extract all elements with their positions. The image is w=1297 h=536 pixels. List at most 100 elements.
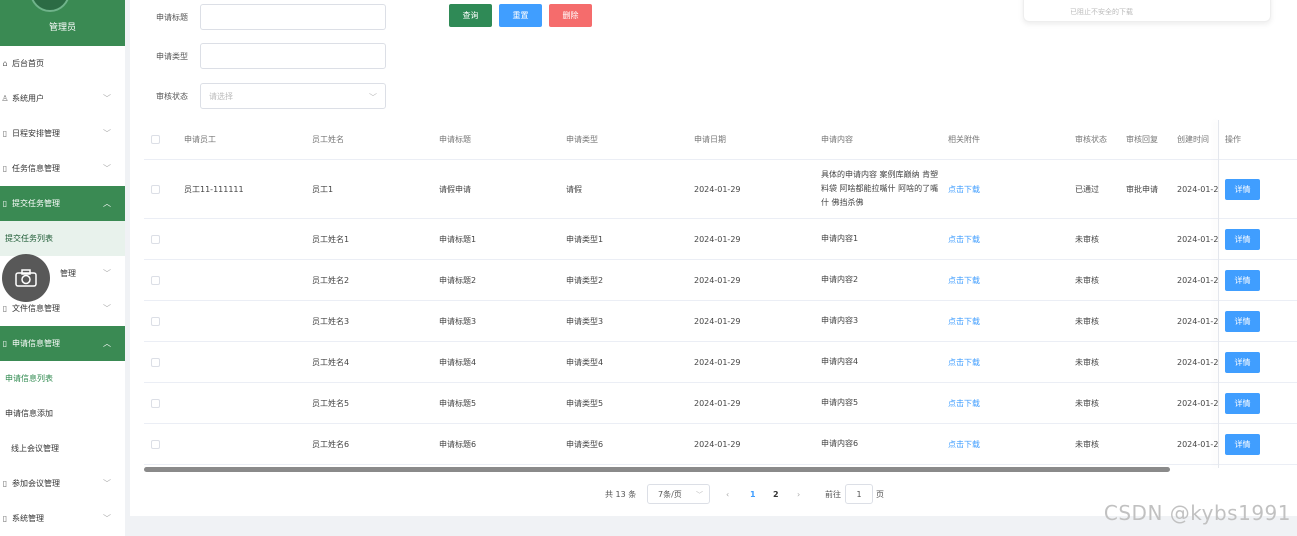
cell-action: 详情 bbox=[1225, 160, 1260, 218]
cell-name: 员工姓名3 bbox=[312, 316, 350, 326]
cell-name: 员工1 bbox=[312, 184, 334, 194]
cell-type: 申请类型1 bbox=[566, 234, 604, 244]
detail-button[interactable]: 详情 bbox=[1225, 392, 1260, 414]
prev-page-button[interactable]: ‹ bbox=[726, 484, 729, 504]
column-header: 申请日期 bbox=[694, 135, 726, 144]
cell-title: 申请标题5 bbox=[439, 398, 477, 408]
cell-title: 申请标题1 bbox=[439, 234, 477, 244]
page-1-button[interactable]: 1 bbox=[750, 484, 756, 504]
page-2-button[interactable]: 2 bbox=[773, 484, 779, 504]
row-checkbox[interactable] bbox=[151, 301, 160, 341]
column-header: 审核回复 bbox=[1126, 135, 1158, 144]
sidebar-item-8[interactable]: ▯ 申请信息管理 ︿ bbox=[0, 326, 125, 361]
menu-icon: ▯ bbox=[2, 339, 8, 348]
cell-employee: 员工11-111111 bbox=[184, 184, 244, 194]
status-select[interactable]: 请选择 ﹀ bbox=[200, 83, 386, 109]
row-checkbox[interactable] bbox=[151, 160, 160, 218]
sidebar-item-2[interactable]: ▯ 日程安排管理 ﹀ bbox=[0, 116, 125, 151]
detail-button[interactable]: 详情 bbox=[1225, 178, 1260, 200]
detail-button[interactable]: 详情 bbox=[1225, 269, 1260, 291]
cell-name: 员工姓名4 bbox=[312, 357, 350, 367]
detail-button[interactable]: 详情 bbox=[1225, 351, 1260, 373]
cell-type: 申请类型3 bbox=[566, 316, 604, 326]
menu-icon: ▯ bbox=[2, 164, 8, 173]
delete-button[interactable]: 删除 bbox=[549, 4, 592, 27]
column-header: 申请内容 bbox=[821, 135, 853, 144]
sidebar-item-9[interactable]: 申请信息列表 bbox=[0, 361, 125, 396]
type-input[interactable] bbox=[200, 43, 386, 69]
row-checkbox[interactable] bbox=[151, 342, 160, 382]
goto-page-input[interactable]: 1 bbox=[845, 484, 873, 504]
horizontal-scrollbar[interactable] bbox=[144, 467, 1170, 472]
download-link[interactable]: 点击下载 bbox=[948, 219, 980, 259]
cell-created: 2024-01-2 bbox=[1177, 234, 1219, 244]
cell-content: 申请内容4 bbox=[821, 357, 859, 366]
detail-button[interactable]: 详情 bbox=[1225, 433, 1260, 455]
sidebar-item-12[interactable]: ▯ 参加会议管理 ﹀ bbox=[0, 466, 125, 501]
sidebar-item-11[interactable]: 线上会议管理 bbox=[0, 431, 125, 466]
sidebar-item-label: 线上会议管理 bbox=[11, 444, 59, 453]
sidebar-item-3[interactable]: ▯ 任务信息管理 ﹀ bbox=[0, 151, 125, 186]
table-row: 员工姓名3 申请标题3 申请类型3 2024-01-29 申请内容3 点击下载 未审核 202… bbox=[144, 301, 1297, 342]
cell-date: 2024-01-29 bbox=[694, 275, 741, 285]
cell-action: 详情 bbox=[1225, 383, 1260, 423]
sidebar-item-label: 日程安排管理 bbox=[12, 129, 60, 138]
sidebar-item-label: 系统用户 bbox=[12, 94, 44, 103]
cell-title: 申请标题4 bbox=[439, 357, 477, 367]
cell-name: 员工姓名5 bbox=[312, 398, 350, 408]
cell-action: 详情 bbox=[1225, 424, 1260, 464]
cell-status: 未审核 bbox=[1075, 439, 1099, 449]
sidebar-item-0[interactable]: ⌂ 后台首页 bbox=[0, 46, 125, 81]
sidebar-item-13[interactable]: ▯ 系统管理 ﹀ bbox=[0, 501, 125, 536]
column-header: 申请标题 bbox=[439, 135, 471, 144]
chevron-down-icon: ﹀ bbox=[103, 94, 111, 103]
column-header: 创建时间 bbox=[1177, 135, 1209, 144]
sidebar-item-label: 申请信息管理 bbox=[12, 339, 60, 348]
menu-icon: ▯ bbox=[2, 514, 8, 523]
query-button[interactable]: 查询 bbox=[449, 4, 492, 27]
select-all-checkbox[interactable] bbox=[151, 120, 160, 159]
menu-icon: ▯ bbox=[2, 304, 8, 313]
cell-type: 申请类型2 bbox=[566, 275, 604, 285]
page-size-select[interactable]: 7条/页 ﹀ bbox=[647, 484, 710, 504]
sidebar-item-label: 申请信息列表 bbox=[5, 374, 53, 383]
download-link[interactable]: 点击下载 bbox=[948, 424, 980, 464]
column-header: 员工姓名 bbox=[312, 135, 344, 144]
table-row: 员工姓名5 申请标题5 申请类型5 2024-01-29 申请内容5 点击下载 未审核 202… bbox=[144, 383, 1297, 424]
table-row: 员工11-111111 员工1 请假申请 请假 2024-01-29 具体的申请内容 案例… bbox=[144, 160, 1297, 219]
sidebar-item-4[interactable]: ▯ 提交任务管理 ︿ bbox=[0, 186, 125, 221]
download-link[interactable]: 点击下载 bbox=[948, 301, 980, 341]
sidebar-item-10[interactable]: 申请信息添加 bbox=[0, 396, 125, 431]
next-page-button[interactable]: › bbox=[797, 484, 800, 504]
sidebar-item-1[interactable]: ♙ 系统用户 ﹀ bbox=[0, 81, 125, 116]
title-label: 申请标题 bbox=[156, 12, 188, 22]
chevron-down-icon: ﹀ bbox=[696, 491, 703, 499]
cell-type: 申请类型4 bbox=[566, 357, 604, 367]
cell-content: 申请内容5 bbox=[821, 398, 859, 407]
sidebar-item-label: 申请信息添加 bbox=[5, 409, 53, 418]
sidebar-item-5[interactable]: 提交任务列表 bbox=[0, 221, 125, 256]
menu-icon: ▯ bbox=[2, 479, 8, 488]
download-link[interactable]: 点击下载 bbox=[948, 383, 980, 423]
download-link[interactable]: 点击下载 bbox=[948, 260, 980, 300]
cell-content: 申请内容3 bbox=[821, 316, 859, 325]
sidebar-header: 管理员 bbox=[0, 0, 125, 46]
data-table: 申请员工 员工姓名 申请标题 申请类型 申请日期 申请内容 相关附件 审核状态 审核回复 创建时间… bbox=[144, 120, 1297, 465]
detail-button[interactable]: 详情 bbox=[1225, 228, 1260, 250]
detail-button[interactable]: 详情 bbox=[1225, 310, 1260, 332]
table-header: 申请员工 员工姓名 申请标题 申请类型 申请日期 申请内容 相关附件 审核状态 审核回复 创建时间… bbox=[144, 120, 1297, 160]
cell-created: 2024-01-2 bbox=[1177, 439, 1219, 449]
title-input[interactable] bbox=[200, 4, 386, 30]
row-checkbox[interactable] bbox=[151, 260, 160, 300]
cell-title: 申请标题3 bbox=[439, 316, 477, 326]
row-checkbox[interactable] bbox=[151, 383, 160, 423]
cell-date: 2024-01-29 bbox=[694, 316, 741, 326]
download-link[interactable]: 点击下载 bbox=[948, 160, 980, 218]
cell-type: 请假 bbox=[566, 184, 582, 194]
row-checkbox[interactable] bbox=[151, 424, 160, 464]
reset-button[interactable]: 重置 bbox=[499, 4, 542, 27]
camera-icon[interactable] bbox=[2, 254, 50, 302]
download-link[interactable]: 点击下载 bbox=[948, 342, 980, 382]
table-row: 员工姓名4 申请标题4 申请类型4 2024-01-29 申请内容4 点击下载 未审核 202… bbox=[144, 342, 1297, 383]
row-checkbox[interactable] bbox=[151, 219, 160, 259]
